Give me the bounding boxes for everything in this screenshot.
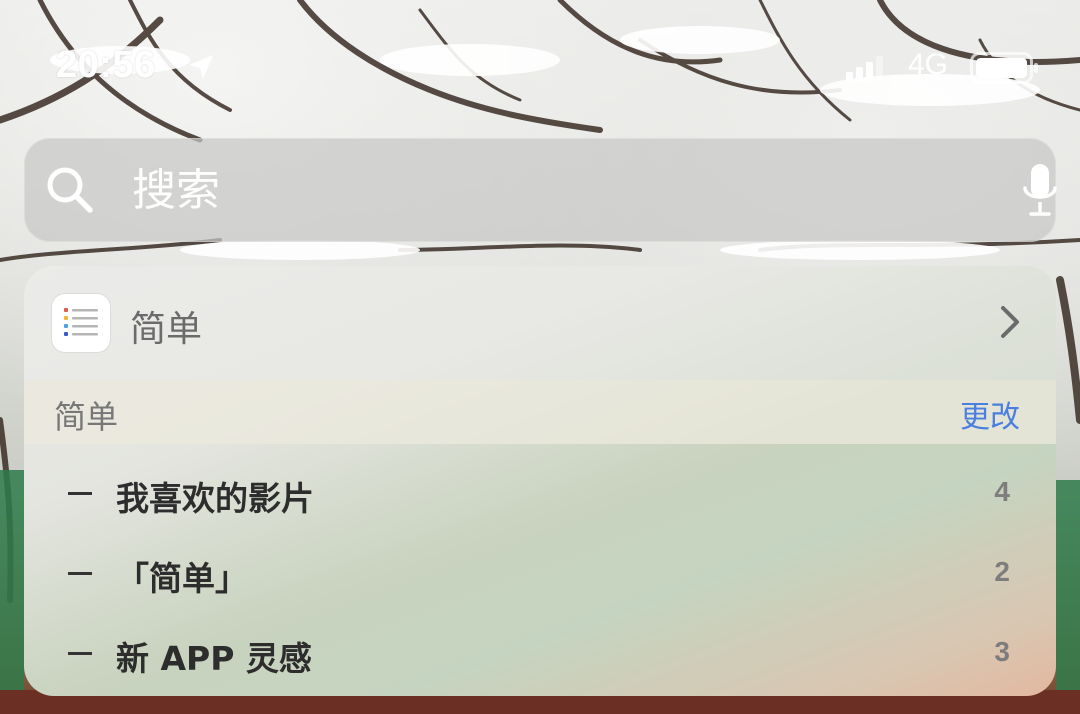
microphone-icon[interactable] <box>1020 162 1060 220</box>
app-name: 简单 <box>130 309 203 350</box>
location-arrow-icon <box>189 55 213 79</box>
list-item-label: 我喜欢的影片 <box>116 479 314 518</box>
results-panel: 简单 简单 更改 我喜欢的影片 4 「简单」 2 新 APP 灵感 3 <box>24 266 1056 696</box>
app-result-row[interactable]: 简单 <box>24 266 1056 380</box>
status-bar: 20:56 4G <box>0 38 1080 98</box>
list-item[interactable]: 我喜欢的影片 4 <box>24 454 1056 534</box>
list-item[interactable]: 新 APP 灵感 3 <box>24 614 1056 694</box>
list-item-count: 2 <box>994 556 1010 587</box>
section-title: 简单 <box>54 398 119 436</box>
list-item-count: 4 <box>994 476 1010 507</box>
list-item-count: 3 <box>994 636 1010 667</box>
dash-icon <box>68 572 92 575</box>
search-bar[interactable] <box>24 138 1057 242</box>
cellular-signal-icon <box>846 56 883 82</box>
list-item[interactable]: 「简单」 2 <box>24 534 1056 614</box>
list: 我喜欢的影片 4 「简单」 2 新 APP 灵感 3 <box>24 444 1056 696</box>
dash-icon <box>68 652 92 655</box>
dash-icon <box>68 492 92 495</box>
list-item-label: 新 APP 灵感 <box>116 639 312 678</box>
section-header: 简单 更改 <box>24 380 1056 444</box>
network-label: 4G <box>908 48 949 81</box>
list-app-icon <box>52 294 110 352</box>
chevron-right-icon[interactable] <box>998 304 1022 340</box>
search-icon <box>47 167 93 213</box>
status-time: 20:56 <box>56 44 156 86</box>
search-input[interactable] <box>132 160 992 220</box>
change-button[interactable]: 更改 <box>960 392 1020 436</box>
list-item-label: 「简单」 <box>116 559 248 598</box>
battery-icon <box>970 52 1038 84</box>
